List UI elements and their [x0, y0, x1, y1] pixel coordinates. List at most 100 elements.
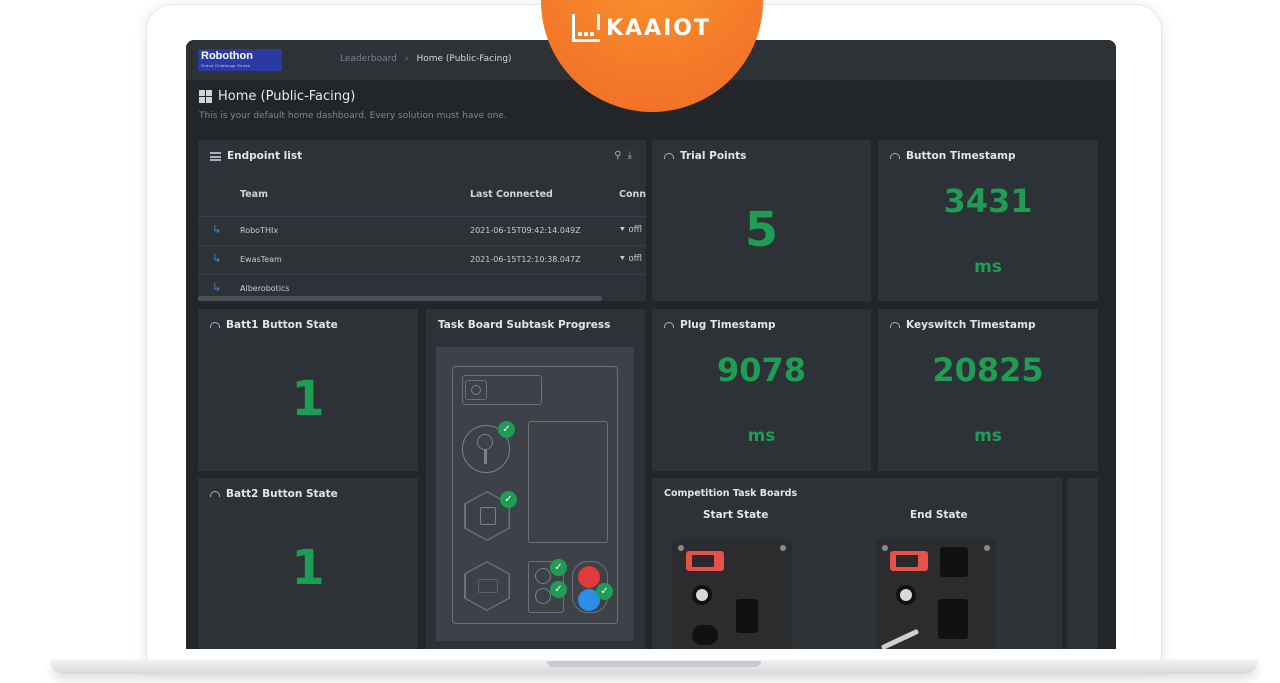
plug-socket	[692, 625, 718, 645]
row-arrow-icon: ↳	[212, 281, 222, 294]
last-connected-cell: 2021-06-15T12:10:38.047Z	[470, 255, 581, 264]
trial-points-label: Trial Points	[680, 150, 747, 162]
dashboard-icon	[199, 90, 212, 103]
endpoint-tools: ⚲ ⤓	[614, 150, 632, 161]
red-display	[890, 551, 928, 571]
keyswitch	[692, 585, 712, 605]
competition-boards-panel: Competition Task Boards Start State End …	[652, 478, 1062, 649]
search-icon[interactable]: ⚲	[614, 150, 621, 161]
endpoint-list-panel: Endpoint list ⚲ ⤓ Team Last Connected Co…	[198, 140, 646, 301]
column-header-last-connected[interactable]: Last Connected	[470, 189, 553, 200]
gauge-icon	[210, 491, 220, 497]
keyswitch	[896, 585, 916, 605]
check-icon: ✓	[596, 583, 613, 600]
slider-slot	[462, 375, 542, 405]
connection-cell: ⯆ offl	[619, 225, 642, 235]
list-icon	[210, 151, 221, 161]
robothon-logo[interactable]: Robothon Grand Challenge Series	[198, 49, 282, 71]
connection-status: offl	[628, 254, 642, 264]
kaaiot-logo: KAAIOT	[572, 14, 711, 42]
plug-timestamp-title: Plug Timestamp	[664, 319, 776, 331]
battery-holder	[736, 599, 758, 633]
wifi-icon: ⯆	[619, 254, 626, 264]
button-timestamp-value: 3431	[943, 182, 1033, 220]
keyswitch-timestamp-value: 20825	[932, 351, 1044, 389]
button-circle-icon	[471, 385, 481, 395]
batt2-value: 1	[291, 540, 325, 596]
kaaiot-wordmark: KAAIOT	[606, 15, 711, 41]
gauge-icon	[890, 153, 900, 159]
page-header: Home (Public-Facing)	[199, 89, 355, 104]
last-connected-cell: 2021-06-15T09:42:14.049Z	[470, 226, 581, 235]
batt1-panel: Batt1 Button State 1	[198, 309, 418, 471]
brand-tagline: Grand Challenge Series	[201, 63, 251, 68]
chevron-right-icon: ›	[404, 54, 409, 64]
team-cell[interactable]: EwasTeam	[240, 255, 282, 264]
check-icon: ✓	[550, 581, 567, 598]
batt2-title: Batt2 Button State	[210, 488, 338, 500]
batt1-label: Batt1 Button State	[226, 319, 338, 331]
kaaiot-mark-icon	[572, 14, 600, 42]
row-arrow-icon: ↳	[212, 223, 222, 236]
keyswitch-timestamp-panel: Keyswitch Timestamp 20825 ms	[878, 309, 1098, 471]
stage: Robothon Grand Challenge Series Leaderbo…	[0, 0, 1280, 683]
endpoint-list-label: Endpoint list	[227, 150, 303, 162]
partial-panel	[1067, 478, 1098, 649]
check-icon: ✓	[500, 491, 517, 508]
task-board-title: Task Board Subtask Progress	[438, 319, 611, 331]
plug-cable	[880, 628, 920, 649]
button-square	[465, 380, 487, 400]
check-icon: ✓	[498, 421, 515, 438]
batt1-title: Batt1 Button State	[210, 319, 338, 331]
column-header-team[interactable]: Team	[240, 189, 268, 200]
button-timestamp-panel: Button Timestamp 3431 ms	[878, 140, 1098, 301]
row-arrow-icon: ↳	[212, 252, 222, 265]
plug-timestamp-panel: Plug Timestamp 9078 ms	[652, 309, 871, 471]
button-timestamp-label: Button Timestamp	[906, 150, 1016, 162]
breadcrumb-leaderboard[interactable]: Leaderboard	[340, 54, 397, 64]
end-state-label: End State	[910, 509, 968, 521]
batt1-value: 1	[291, 371, 325, 427]
horizontal-scrollbar[interactable]	[198, 296, 602, 301]
trial-points-value: 5	[744, 202, 779, 258]
start-board-image	[672, 539, 792, 649]
plug-area	[528, 421, 608, 543]
connection-cell: ⯆ offl	[619, 254, 642, 264]
table-row[interactable]: ↳ RoboTHIx 2021-06-15T09:42:14.049Z ⯆ of…	[198, 216, 646, 245]
laptop-notch	[547, 661, 761, 667]
plug-timestamp-value: 9078	[716, 351, 807, 389]
end-board-image	[876, 539, 996, 649]
brand-name: Robothon	[201, 50, 253, 62]
dashboard-screen: Robothon Grand Challenge Series Leaderbo…	[186, 40, 1116, 649]
batt2-panel: Batt2 Button State 1	[198, 478, 418, 649]
download-icon[interactable]: ⤓	[628, 150, 632, 161]
team-cell[interactable]: RoboTHIx	[240, 226, 278, 235]
team-cell[interactable]: Alberobotics	[240, 284, 290, 293]
plug-timestamp-label: Plug Timestamp	[680, 319, 776, 331]
keyswitch-timestamp-label: Keyswitch Timestamp	[906, 319, 1036, 331]
red-display	[686, 551, 724, 571]
open-battery-slot	[938, 599, 968, 639]
gauge-icon	[890, 322, 900, 328]
keyswitch-timestamp-title: Keyswitch Timestamp	[890, 319, 1035, 331]
task-board-diagram: ✓ ✓ ✓ ✓ ✓	[436, 347, 634, 641]
gauge-icon	[664, 322, 674, 328]
breadcrumb: Leaderboard › Home (Public-Facing)	[340, 54, 512, 64]
trial-points-title: Trial Points	[664, 150, 746, 162]
start-state-label: Start State	[703, 509, 769, 521]
gauge-icon	[210, 322, 220, 328]
table-row[interactable]: ↳ EwasTeam 2021-06-15T12:10:38.047Z ⯆ of…	[198, 245, 646, 274]
plug-timestamp-unit: ms	[747, 426, 776, 446]
keyswitch-timestamp-unit: ms	[974, 426, 1002, 446]
gauge-icon	[664, 153, 674, 159]
battery-holder	[940, 547, 968, 577]
red-button-icon	[578, 566, 600, 588]
page-subtitle: This is your default home dashboard. Eve…	[199, 111, 507, 121]
breadcrumb-current: Home (Public-Facing)	[416, 54, 512, 64]
trial-points-panel: Trial Points 5	[652, 140, 871, 301]
button-timestamp-unit: ms	[974, 257, 1002, 277]
batt2-label: Batt2 Button State	[226, 488, 338, 500]
connection-status: offl	[628, 225, 642, 235]
page-title: Home (Public-Facing)	[218, 89, 356, 104]
column-header-connection[interactable]: Conn	[619, 189, 646, 200]
